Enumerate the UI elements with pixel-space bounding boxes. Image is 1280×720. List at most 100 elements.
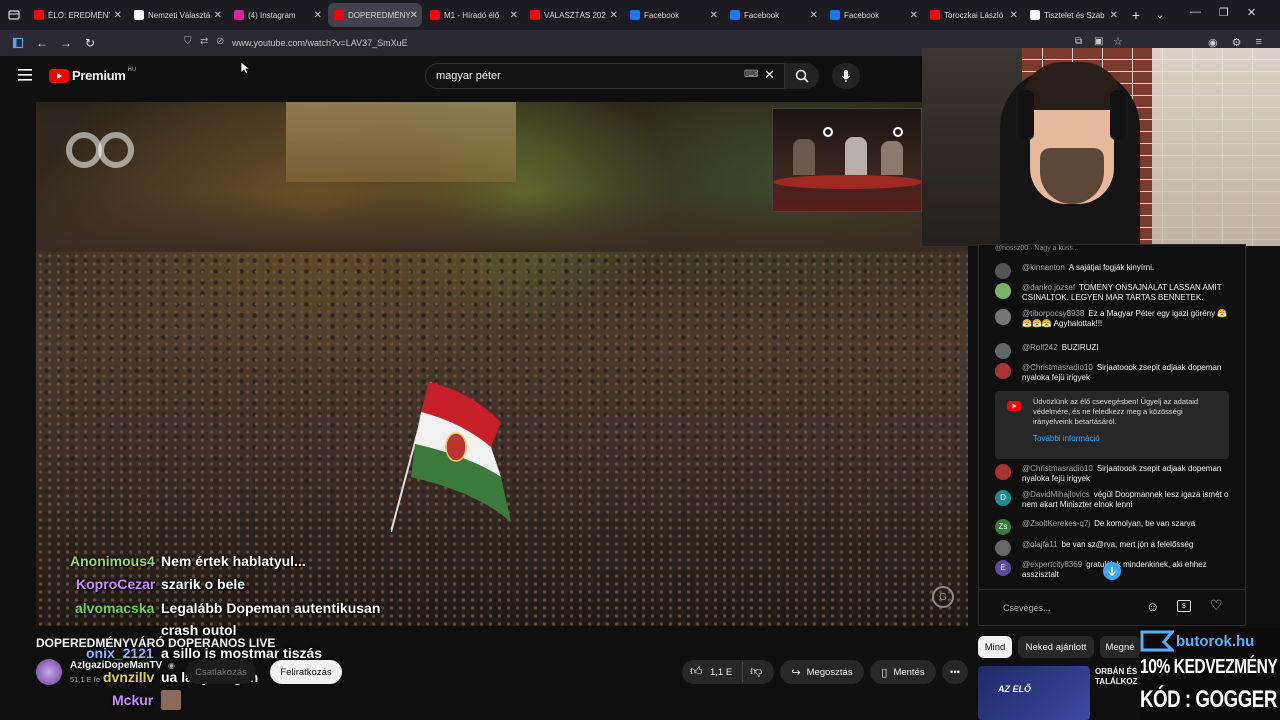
- chat-avatar[interactable]: [995, 464, 1011, 480]
- super-chat-icon[interactable]: $: [1177, 600, 1191, 612]
- chat-avatar[interactable]: [995, 263, 1011, 279]
- chat-author[interactable]: @expertcity8369: [1022, 560, 1082, 569]
- related-video-thumbnail[interactable]: AZ ELŐ: [978, 666, 1090, 720]
- chat-avatar[interactable]: [995, 309, 1011, 325]
- filter-chip[interactable]: Megné: [1100, 636, 1140, 658]
- chat-message[interactable]: @tiborpocsy8938 Ez a Magyar Péter egy iga…: [995, 309, 1235, 329]
- subscribe-button[interactable]: Feliratkozás: [270, 660, 342, 684]
- tab-close-icon[interactable]: ✕: [610, 10, 618, 21]
- chat-message[interactable]: Zs @ZsoltKerekes-q7j De komolyan, be van s…: [995, 519, 1235, 535]
- permissions-icon[interactable]: ⇄: [200, 36, 208, 47]
- filter-chip[interactable]: Mind: [978, 636, 1012, 658]
- close-window-icon[interactable]: ✕: [1247, 6, 1256, 19]
- browser-tab[interactable]: Nemzeti Választás ✕: [128, 3, 226, 27]
- forward-icon[interactable]: →: [54, 31, 78, 55]
- sidebar-toggle-icon[interactable]: [6, 31, 30, 55]
- channel-avatar[interactable]: [36, 659, 62, 685]
- tab-close-icon[interactable]: ✕: [510, 10, 518, 21]
- reload-icon[interactable]: ↻: [78, 31, 102, 55]
- browser-tab[interactable]: Facebook ✕: [824, 3, 922, 27]
- tab-close-icon[interactable]: ✕: [1110, 10, 1118, 21]
- channel-branding-icon[interactable]: G: [932, 586, 954, 608]
- chat-author[interactable]: @danko.jozsef: [1022, 283, 1075, 292]
- channel-name[interactable]: AzIgaziDopeManTV: [70, 660, 162, 671]
- youtube-premium-logo[interactable]: Premium HU: [49, 67, 136, 83]
- browser-tab[interactable]: M1 - Híradó élő ✕: [424, 3, 522, 27]
- clear-search-icon[interactable]: ✕: [764, 67, 775, 83]
- browser-tab[interactable]: VÁLASZTÁS 2026 ✕: [524, 3, 622, 27]
- chat-message[interactable]: @olajfa11 be van sz@rva, mert jön a felel…: [995, 540, 1235, 556]
- reader-icon[interactable]: ▣: [1094, 36, 1103, 47]
- tab-close-icon[interactable]: ✕: [910, 10, 918, 21]
- join-button[interactable]: Csatlakozás: [186, 660, 256, 684]
- emoji-icon[interactable]: ☺: [1146, 599, 1159, 614]
- tracking-icon[interactable]: ⊘: [216, 36, 224, 47]
- maximize-icon[interactable]: ❐: [1219, 6, 1229, 19]
- chat-avatar[interactable]: [995, 283, 1011, 299]
- tab-close-icon[interactable]: ✕: [810, 10, 818, 21]
- keyboard-icon[interactable]: ⌨: [744, 69, 758, 80]
- tab-favicon-icon: [34, 10, 44, 20]
- chat-avatar[interactable]: Zs: [995, 519, 1011, 535]
- chat-avatar[interactable]: E: [995, 560, 1011, 576]
- tab-close-icon[interactable]: ✕: [410, 10, 418, 21]
- tab-close-icon[interactable]: ✕: [1010, 10, 1018, 21]
- search-button[interactable]: [785, 63, 819, 89]
- hamburger-menu-icon[interactable]: [18, 68, 32, 86]
- like-icon[interactable]: 👍︎: [690, 664, 703, 679]
- save-button[interactable]: ▯ Mentés: [870, 660, 936, 684]
- chat-message[interactable]: @Christmasradio10 Sirjaatoook zsepit adja…: [995, 363, 1235, 383]
- chat-input[interactable]: Csevegés...: [995, 599, 1135, 617]
- shield-icon[interactable]: ⛉: [184, 36, 192, 47]
- welcome-more-info-link[interactable]: További információ: [1033, 434, 1221, 444]
- tab-list-chevron-icon[interactable]: ⌄: [1148, 3, 1172, 27]
- tab-close-icon[interactable]: ✕: [314, 10, 322, 21]
- back-icon[interactable]: ←: [30, 31, 54, 55]
- tab-overview-icon[interactable]: [0, 3, 28, 27]
- related-video-title[interactable]: ORBÁN ÉS TALÁLKOZ: [1095, 667, 1139, 687]
- chat-avatar[interactable]: [995, 343, 1011, 359]
- browser-tab[interactable]: Toroczkai László ✕: [924, 3, 1022, 27]
- tab-close-icon[interactable]: ✕: [114, 10, 122, 21]
- chat-avatar[interactable]: [995, 363, 1011, 379]
- welcome-text: Üdvözlünk az élő csevegésben! Ügyelj az …: [1033, 397, 1199, 426]
- browser-tab[interactable]: ÉLŐ: EREDMÉNYV ✕: [28, 3, 126, 27]
- new-tab-icon[interactable]: +: [1124, 3, 1148, 27]
- chat-author[interactable]: @Christmasradio10: [1022, 363, 1093, 372]
- chat-message[interactable]: @danko.jozsef TOMENY ONSAJNALAT LASSAN AM…: [995, 283, 1235, 303]
- url-bar[interactable]: ⛉ ⇄ ⊘ www.youtube.com/watch?v=LAV37_SmXu…: [180, 34, 1123, 52]
- chat-message[interactable]: @kinnanton A sajátjai fogják kinyírni.: [995, 263, 1235, 279]
- heart-icon[interactable]: ♡: [1210, 597, 1223, 614]
- like-count[interactable]: 1,1 E: [710, 667, 732, 678]
- voice-search-button[interactable]: [832, 63, 860, 89]
- share-button[interactable]: ↪ Megosztás: [780, 660, 864, 684]
- browser-tab[interactable]: Facebook ✕: [724, 3, 822, 27]
- chat-author[interactable]: @Christmasradio10: [1022, 464, 1093, 473]
- chat-author[interactable]: @DavidMihajlovics: [1022, 490, 1090, 499]
- chat-author[interactable]: @kinnanton: [1022, 263, 1065, 272]
- chat-author[interactable]: @ZsoltKerekes-q7j: [1022, 519, 1090, 528]
- chat-avatar[interactable]: [995, 540, 1011, 556]
- chat-author[interactable]: @tiborpocsy8938: [1022, 309, 1084, 318]
- chat-author[interactable]: @Rolf242: [1022, 343, 1058, 352]
- filter-chip[interactable]: Neked ajánlott: [1018, 636, 1094, 658]
- minimize-icon[interactable]: —: [1190, 6, 1201, 19]
- tab-close-icon[interactable]: ✕: [214, 10, 222, 21]
- scroll-to-bottom-button[interactable]: [1103, 562, 1121, 580]
- chat-message[interactable]: D @DavidMihajlovics végül Doopmannek lesz …: [995, 490, 1235, 510]
- browser-tab[interactable]: Tisztelet és Szab ✕: [1024, 3, 1122, 27]
- tab-favicon-icon: [334, 10, 344, 20]
- dislike-icon[interactable]: 👎︎: [750, 664, 762, 679]
- tab-close-icon[interactable]: ✕: [710, 10, 718, 21]
- more-actions-button[interactable]: •••: [942, 660, 968, 684]
- browser-tab[interactable]: DOPEREDMÉNYV ✕: [328, 3, 422, 27]
- chat-message[interactable]: @Rolf242 BUZIRUZI: [995, 343, 1235, 359]
- browser-tab[interactable]: Facebook ✕: [624, 3, 722, 27]
- bookmark-star-icon[interactable]: ☆: [1113, 35, 1123, 48]
- chat-message[interactable]: @Christmasradio10 Sirjaatoook zsepit adja…: [995, 464, 1235, 484]
- browser-tab[interactable]: (4) Instagram ✕: [228, 3, 326, 27]
- chat-author[interactable]: @olajfa11: [1022, 540, 1058, 549]
- screenshot-icon[interactable]: ⧉: [1075, 36, 1082, 47]
- chat-avatar[interactable]: D: [995, 490, 1011, 506]
- search-input[interactable]: magyar péter ⌨ ✕: [425, 63, 785, 89]
